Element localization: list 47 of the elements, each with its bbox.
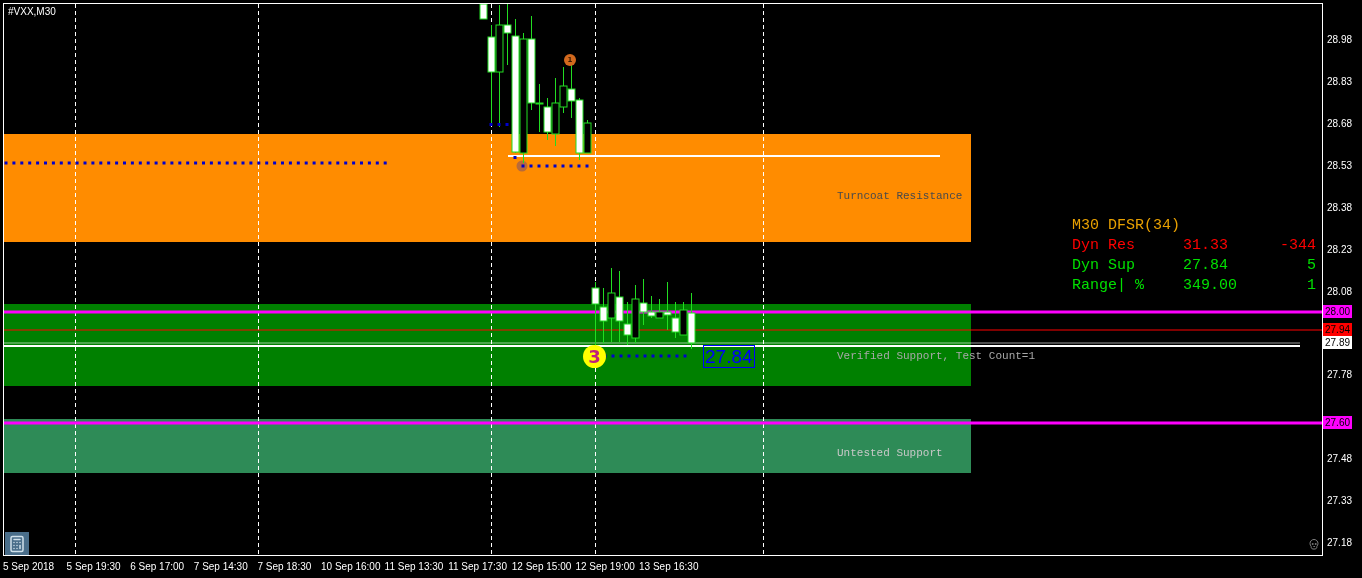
candlestick	[591, 281, 600, 348]
price-marker: 27.94	[1323, 323, 1353, 336]
price-label: 28.83	[1327, 76, 1353, 88]
skull-icon	[1308, 538, 1320, 550]
row-value: 27.84	[1183, 256, 1229, 276]
time-label: 12 Sep 15:00	[511, 561, 572, 572]
row-label: Dyn Res	[1072, 236, 1136, 256]
price-tag: 27.84	[703, 345, 755, 368]
panel-title: M30 DFSR(34)	[1072, 216, 1181, 236]
time-label: 6 Sep 17:00	[130, 561, 185, 572]
row-label: Dyn Sup	[1072, 256, 1136, 276]
row-count: -344	[1279, 236, 1316, 256]
price-label: 27.78	[1327, 369, 1353, 381]
price-label: 28.23	[1327, 244, 1353, 256]
row-count: 5	[1306, 256, 1316, 276]
time-label: 10 Sep 16:00	[321, 561, 381, 572]
price-marker: 28.00	[1323, 305, 1353, 318]
dotted-line	[521, 164, 589, 168]
candlestick	[631, 284, 640, 344]
row-count: 1	[1306, 276, 1316, 296]
price-label: 28.08	[1327, 286, 1353, 298]
price-label: 28.38	[1327, 202, 1353, 214]
calculator-icon[interactable]	[5, 532, 29, 555]
time-label: 5 Sep 19:30	[66, 561, 121, 572]
price-label: 28.68	[1327, 118, 1353, 130]
time-label: 7 Sep 18:30	[257, 561, 312, 572]
time-label: 5 Sep 2018	[3, 561, 55, 572]
price-label: 27.48	[1327, 453, 1353, 465]
price-label: 27.18	[1327, 537, 1353, 549]
price-label: 28.98	[1327, 34, 1353, 46]
candlestick	[599, 287, 608, 344]
time-label: 11 Sep 13:30	[384, 561, 444, 572]
zone-label: Turncoat Resistance	[837, 190, 963, 202]
candlestick	[671, 301, 680, 339]
time-label: 12 Sep 19:00	[575, 561, 635, 572]
row-value: 349.00	[1183, 276, 1238, 296]
time-label: 11 Sep 17:30	[448, 561, 507, 572]
price-label: 27.33	[1327, 495, 1353, 507]
price-marker: 27.89	[1323, 336, 1353, 349]
time-label: 7 Sep 14:30	[193, 561, 248, 572]
price-label: 28.53	[1327, 160, 1353, 172]
price-marker: 27.60	[1323, 416, 1353, 429]
row-value: 31.33	[1183, 236, 1229, 256]
time-label: 13 Sep 16:30	[639, 561, 699, 572]
row-label: Range| %	[1072, 276, 1145, 296]
zone-label: Untested Support	[837, 447, 943, 459]
chart-title: #VXX,M30	[8, 6, 56, 17]
